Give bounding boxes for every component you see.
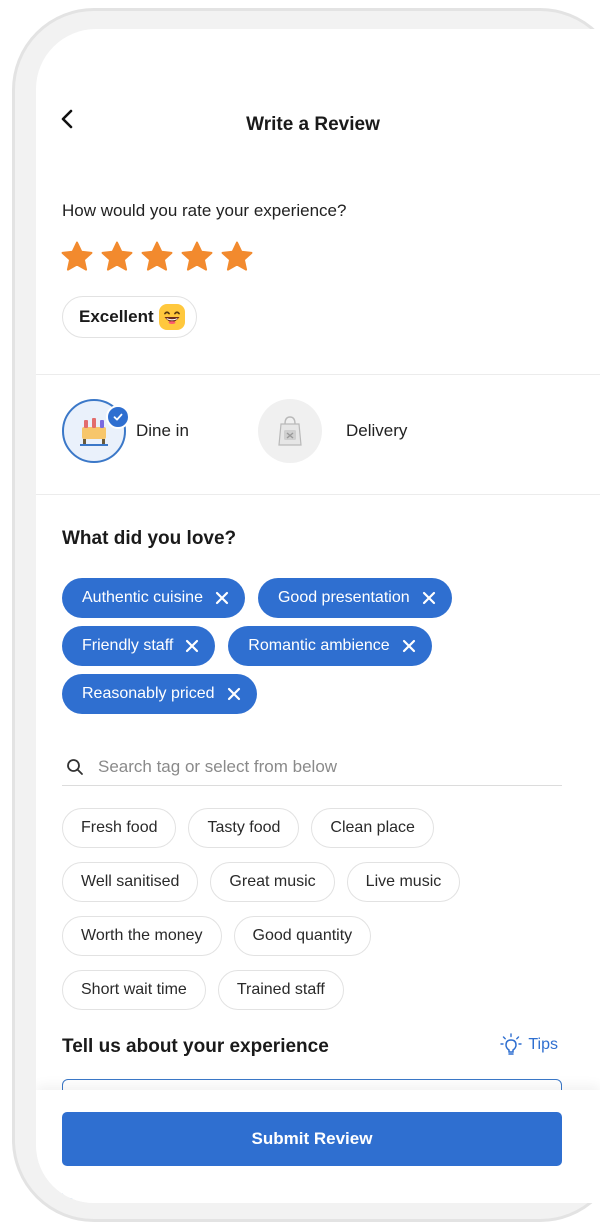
- delivery-bag-icon: [278, 416, 302, 446]
- close-icon[interactable]: [185, 639, 199, 653]
- star-icon[interactable]: [220, 240, 254, 274]
- suggested-tag-chip[interactable]: Fresh food: [62, 808, 177, 848]
- star-icon[interactable]: [60, 240, 94, 274]
- dine-in-option[interactable]: Dine in: [62, 399, 189, 463]
- close-icon[interactable]: [215, 591, 229, 605]
- check-icon: [113, 413, 123, 421]
- submit-review-button[interactable]: Submit Review: [62, 1112, 562, 1166]
- suggested-tags: Fresh food Tasty food Clean place Well s…: [62, 808, 582, 1024]
- suggested-tag-chip[interactable]: Well sanitised: [62, 862, 199, 902]
- selected-tag-chip[interactable]: Friendly staff: [62, 626, 216, 666]
- loved-section-title: What did you love?: [62, 528, 237, 549]
- dine-in-label: Dine in: [136, 421, 189, 440]
- tag-search-input[interactable]: [98, 756, 518, 777]
- tag-label: Friendly staff: [82, 637, 174, 654]
- suggested-tag-chip[interactable]: Short wait time: [62, 970, 206, 1010]
- tips-label: Tips: [528, 1036, 558, 1053]
- tag-search-bar[interactable]: [62, 748, 562, 786]
- star-icon[interactable]: [140, 240, 174, 274]
- star-icon[interactable]: [180, 240, 214, 274]
- tag-label: Good presentation: [277, 589, 410, 606]
- suggested-tag-chip[interactable]: Trained staff: [217, 970, 344, 1010]
- delivery-icon-circle: [258, 399, 322, 463]
- delivery-label: Delivery: [346, 421, 408, 440]
- close-icon[interactable]: [422, 591, 436, 605]
- close-icon[interactable]: [402, 639, 416, 653]
- selected-tags: Authentic cuisine Good presentation Frie…: [62, 578, 562, 722]
- page-title: Write a Review: [246, 114, 380, 135]
- suggested-tag-chip[interactable]: Clean place: [311, 808, 434, 848]
- delivery-option[interactable]: Delivery: [258, 399, 407, 463]
- app-screen: Write a Review How would you rate your e…: [36, 29, 600, 1203]
- grinning-emoji-icon: [158, 304, 185, 330]
- suggested-tag-chip[interactable]: Live music: [346, 862, 461, 902]
- suggested-tag-chip[interactable]: Worth the money: [62, 916, 222, 956]
- search-icon: [67, 758, 83, 775]
- experience-section-title: Tell us about your experience: [62, 1036, 329, 1057]
- tag-label: Romantic ambience: [248, 637, 390, 654]
- suggested-tag-chip[interactable]: Good quantity: [233, 916, 372, 956]
- suggested-tag-chip[interactable]: Great music: [210, 862, 335, 902]
- selected-tag-chip[interactable]: Authentic cuisine: [62, 578, 245, 618]
- divider: [36, 494, 600, 495]
- star-rating[interactable]: [60, 240, 254, 274]
- selected-tag-chip[interactable]: Romantic ambience: [228, 626, 432, 666]
- suggested-tag-chip[interactable]: Tasty food: [188, 808, 300, 848]
- divider: [36, 374, 600, 375]
- lightbulb-icon: [500, 1033, 523, 1055]
- rating-label: Excellent: [79, 307, 154, 326]
- close-icon[interactable]: [227, 687, 241, 701]
- tag-label: Reasonably priced: [82, 685, 215, 702]
- dine-in-icon-circle: [62, 399, 130, 463]
- tag-label: Authentic cuisine: [82, 589, 203, 606]
- selected-tag-chip[interactable]: Reasonably priced: [62, 674, 257, 714]
- star-icon[interactable]: [100, 240, 134, 274]
- selected-tag-chip[interactable]: Good presentation: [257, 578, 452, 618]
- selected-check-badge: [106, 405, 130, 429]
- rating-question: How would you rate your experience?: [62, 201, 347, 220]
- tips-link[interactable]: Tips: [500, 1033, 558, 1057]
- rating-label-badge: Excellent: [62, 296, 197, 338]
